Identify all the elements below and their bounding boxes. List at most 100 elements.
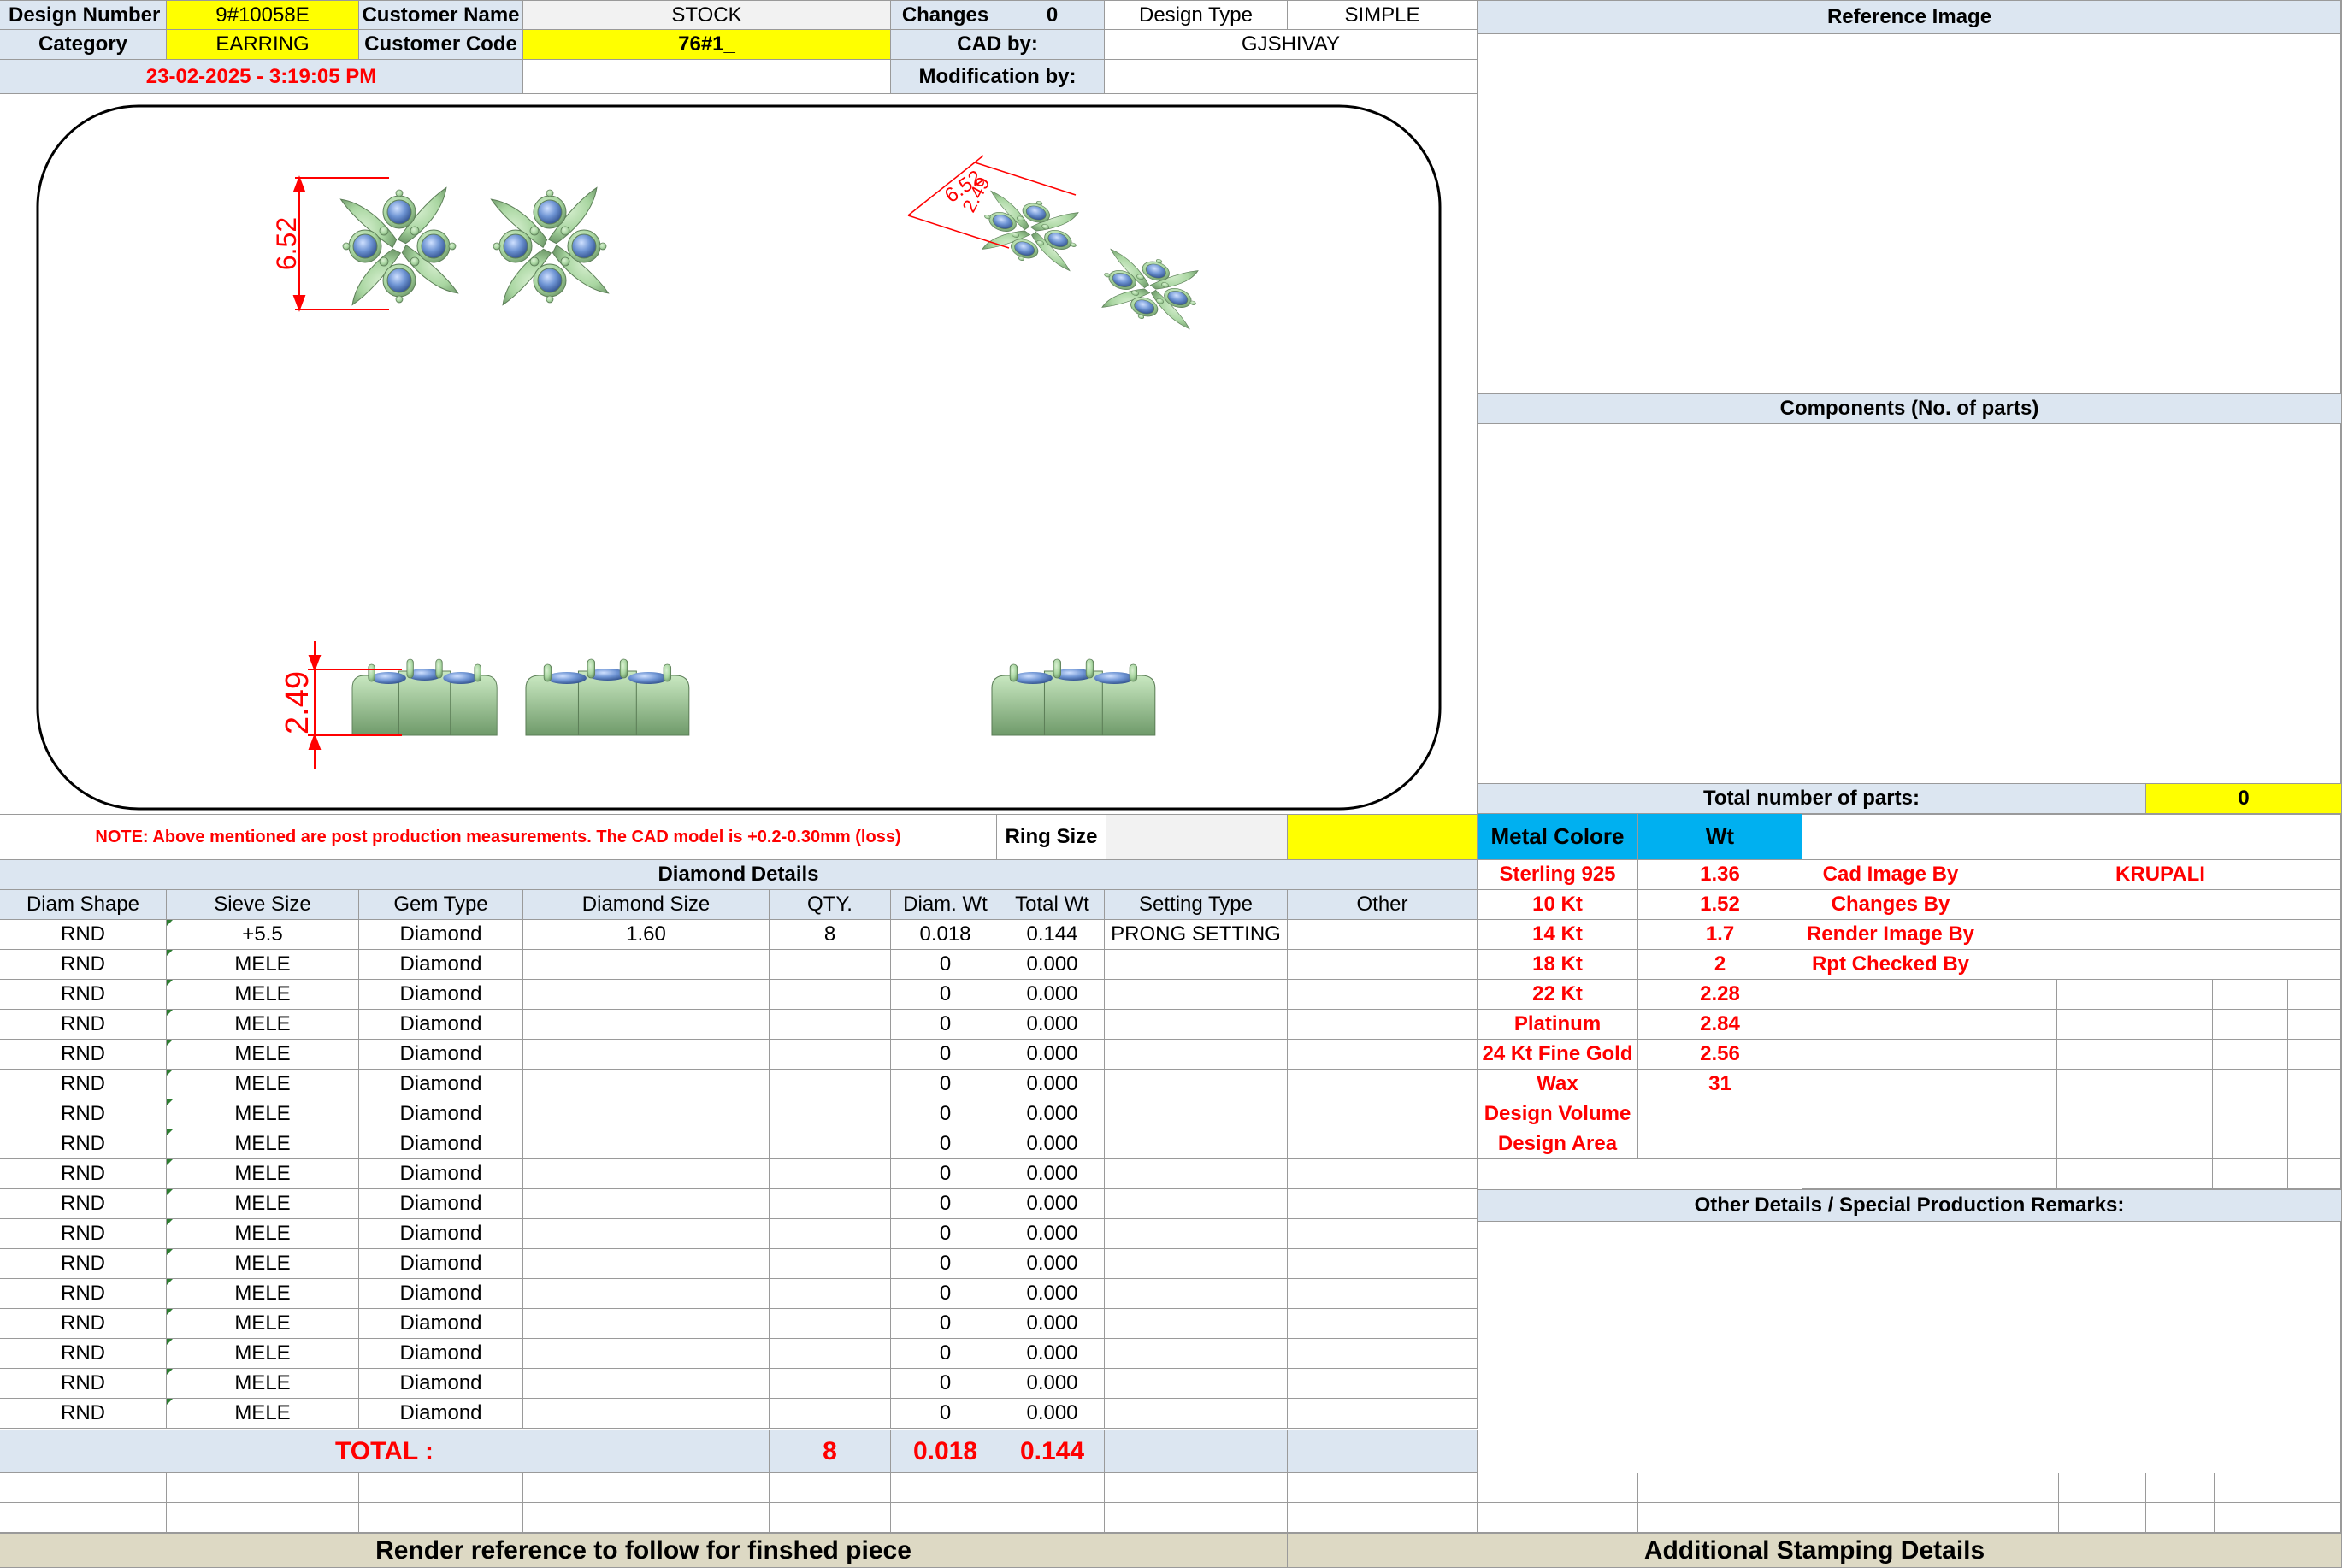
table-cell[interactable]	[1105, 1189, 1288, 1219]
credits-grid-cell[interactable]	[2057, 1040, 2133, 1070]
table-cell[interactable]	[770, 1399, 891, 1429]
table-cell[interactable]: Diamond	[359, 1219, 523, 1249]
blank-grid-cell[interactable]	[1638, 1473, 1802, 1503]
table-cell[interactable]	[770, 1309, 891, 1339]
table-cell[interactable]: 0	[891, 1249, 1000, 1279]
credits-grid-cell[interactable]	[2133, 1070, 2213, 1099]
credits-grid-cell[interactable]	[2213, 980, 2288, 1010]
table-cell[interactable]	[523, 980, 770, 1010]
blank-grid-cell[interactable]	[167, 1473, 359, 1503]
table-cell[interactable]	[1105, 1129, 1288, 1159]
table-cell[interactable]	[770, 1070, 891, 1099]
blank-grid-cell[interactable]	[0, 1503, 167, 1533]
blank-grid-cell[interactable]	[770, 1473, 891, 1503]
table-cell[interactable]	[770, 1219, 891, 1249]
credits-grid-cell[interactable]	[1979, 1010, 2057, 1040]
credits-grid-cell[interactable]	[1979, 1070, 2057, 1099]
credits-grid-cell[interactable]	[2213, 1099, 2288, 1129]
table-cell[interactable]	[523, 1219, 770, 1249]
customer-code-value[interactable]: 76#1_	[523, 30, 891, 60]
blank-grid-cell[interactable]	[523, 1473, 770, 1503]
table-cell[interactable]	[1105, 1219, 1288, 1249]
table-cell[interactable]: 0.000	[1000, 1339, 1105, 1369]
table-cell[interactable]: MELE	[167, 1099, 359, 1129]
blank-grid-cell[interactable]	[2146, 1473, 2215, 1503]
credits-grid-cell[interactable]	[1802, 1070, 1903, 1099]
blank-grid-cell[interactable]	[2059, 1503, 2146, 1533]
table-cell[interactable]: 0	[891, 1040, 1000, 1070]
table-cell[interactable]: 8	[770, 920, 891, 950]
credits-grid-cell[interactable]	[1802, 1040, 1903, 1070]
table-cell[interactable]	[1288, 1099, 1478, 1129]
metal-weight-value[interactable]: 2.28	[1638, 980, 1802, 1010]
table-cell[interactable]: RND	[0, 920, 167, 950]
table-cell[interactable]: RND	[0, 1219, 167, 1249]
table-cell[interactable]	[523, 1099, 770, 1129]
blank-grid-cell[interactable]	[1105, 1503, 1288, 1533]
blank-grid-cell[interactable]	[1478, 1503, 1638, 1533]
table-cell[interactable]	[770, 1249, 891, 1279]
metal-weight-value[interactable]: 1.7	[1638, 920, 1802, 950]
table-cell[interactable]: Diamond	[359, 1309, 523, 1339]
credits-grid-cell[interactable]	[1979, 1099, 2057, 1129]
changes-by-value[interactable]	[1979, 890, 2342, 920]
table-cell[interactable]	[770, 1189, 891, 1219]
table-cell[interactable]: MELE	[167, 1309, 359, 1339]
table-cell[interactable]: 0.000	[1000, 1129, 1105, 1159]
table-cell[interactable]	[1288, 1159, 1478, 1189]
table-cell[interactable]: +5.5	[167, 920, 359, 950]
metal-weight-value[interactable]: 1.52	[1638, 890, 1802, 920]
table-cell[interactable]	[1288, 980, 1478, 1010]
table-cell[interactable]	[770, 1369, 891, 1399]
table-cell[interactable]	[1288, 920, 1478, 950]
render-image-by-value[interactable]	[1979, 920, 2342, 950]
table-cell[interactable]: RND	[0, 1010, 167, 1040]
blank-grid-cell[interactable]	[1288, 1503, 1478, 1533]
table-cell[interactable]	[770, 1010, 891, 1040]
table-cell[interactable]	[1105, 1040, 1288, 1070]
table-cell[interactable]: RND	[0, 1249, 167, 1279]
credits-grid-cell[interactable]	[1802, 1099, 1903, 1129]
table-cell[interactable]: Diamond	[359, 1249, 523, 1279]
table-cell[interactable]	[1288, 1040, 1478, 1070]
table-cell[interactable]: Diamond	[359, 1010, 523, 1040]
credits-grid-cell[interactable]	[2213, 1159, 2288, 1189]
table-cell[interactable]	[523, 950, 770, 980]
table-cell[interactable]: MELE	[167, 1189, 359, 1219]
table-cell[interactable]: Diamond	[359, 950, 523, 980]
table-cell[interactable]	[1105, 980, 1288, 1010]
ring-size-extra[interactable]	[1288, 814, 1478, 860]
blank-grid-cell[interactable]	[1979, 1473, 2059, 1503]
table-cell[interactable]: MELE	[167, 1339, 359, 1369]
table-cell[interactable]: 0.000	[1000, 1070, 1105, 1099]
credits-grid-cell[interactable]	[2057, 1010, 2133, 1040]
table-cell[interactable]	[523, 1010, 770, 1040]
table-cell[interactable]: Diamond	[359, 1159, 523, 1189]
table-cell[interactable]	[1105, 1339, 1288, 1369]
other-details-area[interactable]	[1478, 1222, 2342, 1473]
blank-grid-cell[interactable]	[1000, 1473, 1105, 1503]
table-cell[interactable]: 0.000	[1000, 1040, 1105, 1070]
table-cell[interactable]	[1288, 1399, 1478, 1429]
table-cell[interactable]: 0.144	[1000, 920, 1105, 950]
table-cell[interactable]: MELE	[167, 1010, 359, 1040]
table-cell[interactable]	[523, 1129, 770, 1159]
credits-grid-cell[interactable]	[2133, 1010, 2213, 1040]
credits-grid-cell[interactable]	[1903, 1099, 1979, 1129]
credits-grid-cell[interactable]	[2288, 1040, 2342, 1070]
credits-grid-cell[interactable]	[2288, 1129, 2342, 1159]
table-cell[interactable]	[523, 1399, 770, 1429]
table-cell[interactable]	[1105, 950, 1288, 980]
table-cell[interactable]: RND	[0, 1159, 167, 1189]
table-cell[interactable]	[523, 1369, 770, 1399]
blank-grid-cell[interactable]	[2215, 1473, 2342, 1503]
design-number-value[interactable]: 9#10058E	[167, 0, 359, 30]
credits-grid-cell[interactable]	[1903, 1129, 1979, 1159]
table-cell[interactable]: MELE	[167, 1159, 359, 1189]
credits-grid-cell[interactable]	[2288, 1070, 2342, 1099]
table-cell[interactable]: RND	[0, 1309, 167, 1339]
credits-grid-cell[interactable]	[1903, 1159, 1979, 1189]
table-cell[interactable]	[1288, 1189, 1478, 1219]
credits-grid-cell[interactable]	[2213, 1010, 2288, 1040]
table-cell[interactable]	[523, 1249, 770, 1279]
